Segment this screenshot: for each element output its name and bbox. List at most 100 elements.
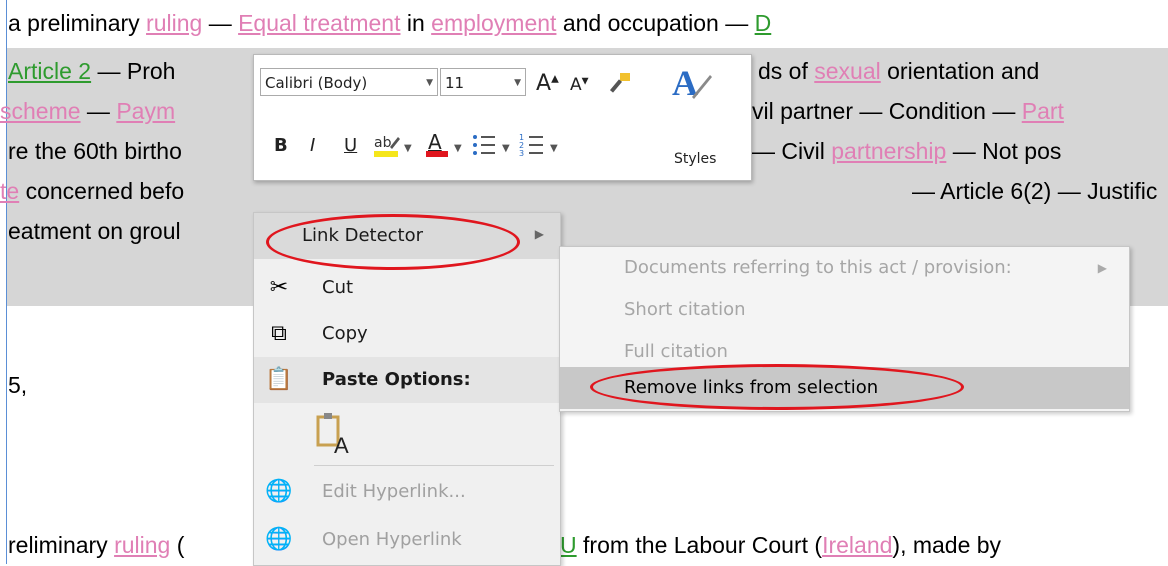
document-text: ( — [170, 532, 185, 558]
svg-text:▼: ▼ — [404, 143, 412, 154]
menu-item-label: Copy — [322, 323, 368, 344]
submenu-item-documents-referring[interactable]: Documents referring to this act / provis… — [560, 247, 1129, 289]
document-text: vil partner — Condition — — [752, 98, 1022, 124]
paste-keep-text-icon: A — [316, 413, 349, 457]
document-line[interactable]: scheme — Paym — [0, 96, 175, 126]
highlighter-icon: ab ▼ — [374, 135, 412, 157]
italic-button[interactable]: I — [310, 135, 315, 156]
link-detector-submenu: Documents referring to this act / provis… — [559, 246, 1130, 412]
menu-item-cut[interactable]: ✂ Cut — [254, 265, 560, 311]
submenu-item-label: Full citation — [624, 341, 728, 362]
svg-text:▼: ▼ — [550, 143, 558, 154]
detected-link[interactable]: Part — [1022, 98, 1064, 124]
document-text: in — [400, 10, 432, 36]
document-line[interactable]: vil partner — Condition — Part — [752, 96, 1064, 126]
font-size-combo[interactable]: 11 ▼ — [440, 68, 526, 96]
menu-item-open-hyperlink[interactable]: 🌐 Open Hyperlink — [254, 517, 560, 563]
svg-text:▼: ▼ — [502, 143, 510, 154]
document-text: — — [202, 10, 239, 36]
bullets-button[interactable]: ▼ — [470, 129, 514, 166]
document-text: — Not pos — [946, 138, 1062, 164]
svg-text:ab: ab — [374, 135, 392, 151]
submenu-item-label: Remove links from selection — [624, 377, 879, 398]
open-hyperlink-icon: 🌐 — [265, 527, 293, 552]
chevron-right-icon: ▶ — [1097, 261, 1107, 275]
detected-link[interactable]: ruling — [114, 532, 170, 558]
submenu-item-remove-links[interactable]: Remove links from selection — [560, 367, 1129, 409]
document-text: ds of — [758, 58, 815, 84]
svg-text:A: A — [428, 130, 442, 154]
styles-button[interactable]: A — [670, 61, 714, 112]
document-text: reliminary — [8, 532, 115, 558]
document-line[interactable]: — Civil partnership — Not pos — [752, 136, 1061, 166]
detected-link[interactable]: Paym — [116, 98, 175, 124]
chevron-down-icon: ▼ — [514, 78, 521, 88]
grow-font-button[interactable]: A▲ — [536, 71, 559, 96]
font-name-combo[interactable]: Calibri (Body) ▼ — [260, 68, 438, 96]
svg-text:3: 3 — [519, 149, 524, 158]
paste-keep-text-option[interactable]: A — [254, 407, 560, 463]
document-line[interactable]: a preliminary ruling — Equal treatment i… — [8, 8, 771, 38]
paste-icon: 📋 — [265, 367, 293, 392]
numbering-button[interactable]: 1 2 3 ▼ — [518, 129, 562, 166]
svg-text:▼: ▼ — [454, 143, 462, 154]
menu-separator — [314, 465, 554, 466]
submenu-item-short-citation[interactable]: Short citation — [560, 289, 1129, 331]
menu-item-paste-options: 📋 Paste Options: — [254, 357, 560, 403]
styles-label: Styles — [674, 151, 717, 167]
document-line[interactable]: ds of sexual orientation and — [758, 56, 1039, 86]
menu-item-label: Paste Options: — [322, 369, 471, 390]
document-line[interactable]: Article 2 — Proh — [8, 56, 175, 86]
styles-icon: A — [672, 63, 712, 103]
menu-item-label: Cut — [322, 277, 354, 298]
document-text: orientation and — [880, 58, 1040, 84]
document-line[interactable]: reliminary ruling ( — [8, 530, 184, 560]
detected-link[interactable]: te — [0, 178, 19, 204]
bullets-icon: ▼ — [473, 135, 510, 155]
detected-link[interactable]: Ireland — [822, 532, 892, 558]
font-size-value: 11 — [445, 74, 465, 92]
bold-button[interactable]: B — [274, 135, 288, 156]
detected-link[interactable]: D — [755, 10, 772, 36]
detected-link[interactable]: ruling — [146, 10, 202, 36]
font-color-button[interactable]: A ▼ — [424, 129, 464, 166]
detected-link[interactable]: Equal treatment — [238, 10, 400, 36]
menu-item-edit-hyperlink[interactable]: 🌐 Edit Hyperlink... — [254, 469, 560, 515]
document-text: — Proh — [91, 58, 176, 84]
detected-link[interactable]: U — [560, 532, 577, 558]
document-line[interactable]: 5, — [8, 370, 27, 400]
context-menu: Link Detector ▶ ✂ Cut ⧉ Copy 📋 Paste Opt… — [253, 212, 561, 566]
highlight-button[interactable]: ab ▼ — [372, 129, 412, 166]
format-painter-button[interactable] — [606, 69, 634, 102]
chevron-down-icon: ▼ — [426, 78, 433, 88]
shrink-font-button[interactable]: A▼ — [570, 75, 589, 95]
document-text: — Civil — [752, 138, 832, 164]
document-text: — — [80, 98, 117, 124]
submenu-item-label: Documents referring to this act / provis… — [624, 257, 1012, 278]
mini-toolbar: Calibri (Body) ▼ 11 ▼ A▲ A▼ A Styles B I… — [253, 54, 752, 181]
svg-text:A: A — [334, 433, 349, 457]
scissors-icon: ✂ — [269, 275, 289, 300]
detected-link[interactable]: scheme — [0, 98, 81, 124]
menu-item-label: Link Detector — [302, 225, 424, 246]
font-name-value: Calibri (Body) — [265, 74, 368, 92]
menu-item-copy[interactable]: ⧉ Copy — [254, 311, 560, 357]
document-line[interactable]: eatment on groul — [8, 216, 181, 246]
document-text: ), made by — [892, 532, 1002, 558]
document-text: eatment on groul — [8, 218, 181, 244]
detected-link[interactable]: Article 2 — [8, 58, 91, 84]
detected-link[interactable]: partnership — [831, 138, 946, 164]
detected-link[interactable]: employment — [431, 10, 556, 36]
document-line[interactable]: re the 60th birtho — [8, 136, 182, 166]
menu-item-label: Edit Hyperlink... — [322, 481, 466, 502]
document-line[interactable]: U from the Labour Court (Ireland), made … — [560, 530, 1001, 560]
document-line[interactable]: — Article 6(2) — Justific — [912, 176, 1157, 206]
chevron-right-icon: ▶ — [534, 227, 544, 241]
document-text: re the 60th birtho — [8, 138, 182, 164]
detected-link[interactable]: sexual — [814, 58, 880, 84]
underline-button[interactable]: U — [344, 135, 357, 156]
menu-item-link-detector[interactable]: Link Detector ▶ — [254, 213, 560, 259]
document-line[interactable]: te concerned befo — [0, 176, 184, 206]
document-text: and occupation — — [556, 10, 755, 36]
document-text: a preliminary — [8, 10, 147, 36]
